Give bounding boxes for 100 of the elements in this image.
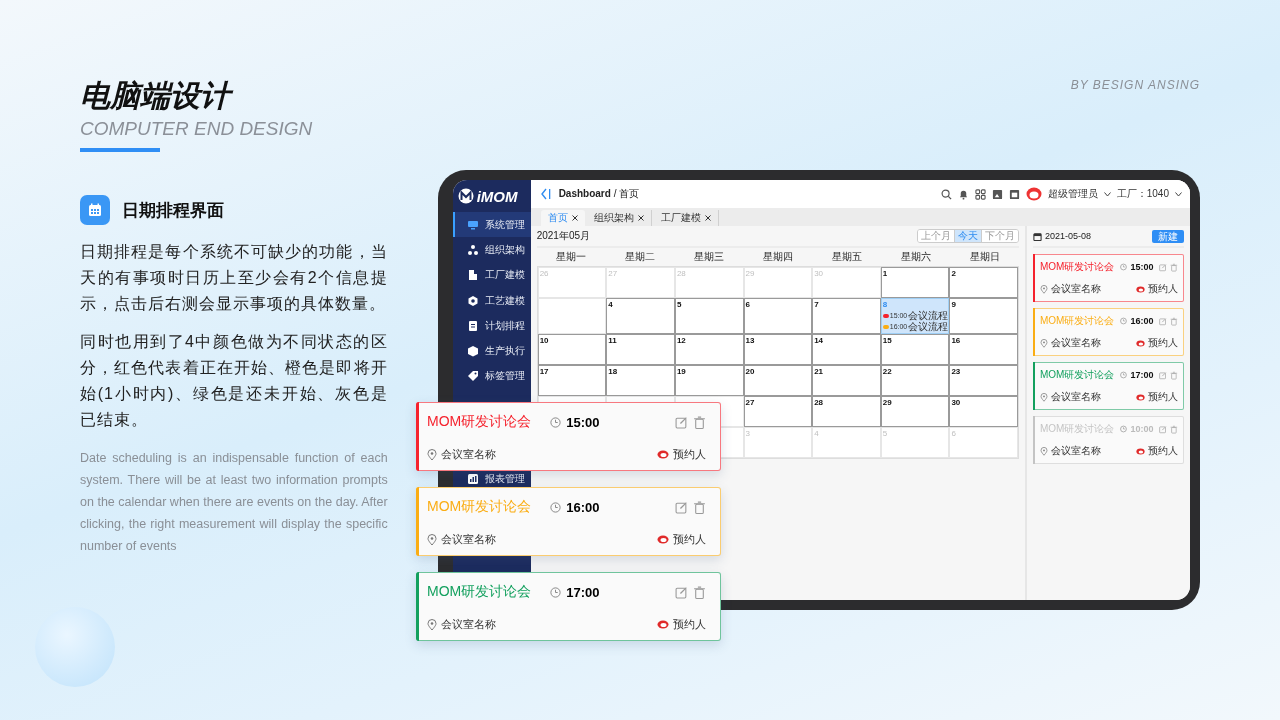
room-name: 会议室名称: [1051, 390, 1101, 404]
close-icon[interactable]: [571, 215, 578, 221]
event-tooltip[interactable]: MOM研发讨论会 17:00 会议室名称 预约人: [416, 572, 721, 641]
person-icon: [1136, 339, 1145, 347]
calendar-day[interactable]: 14: [812, 334, 881, 365]
location-pin-icon: [427, 618, 437, 631]
bell-icon[interactable]: [957, 188, 969, 200]
person-icon: [1136, 447, 1145, 455]
trash-icon[interactable]: [693, 585, 706, 599]
weekday-label: 星期二: [624, 250, 656, 264]
page-subtitle: COMPUTER END DESIGN: [80, 117, 313, 141]
trash-icon[interactable]: [693, 415, 706, 429]
sidebar-item[interactable]: 工艺建模: [452, 287, 531, 314]
calendar-day[interactable]: 28: [812, 396, 881, 427]
user-menu[interactable]: 超级管理员: [1047, 187, 1098, 201]
factory-menu[interactable]: 工厂：1040: [1116, 187, 1169, 201]
hierarchy-icon: [466, 243, 479, 256]
event-tooltip[interactable]: MOM研发讨论会 16:00 会议室名称 预约人: [416, 487, 721, 556]
sidebar-item[interactable]: 标签管理: [452, 363, 531, 390]
room-name: 会议室名称: [1051, 336, 1101, 350]
calendar-day[interactable]: 2: [949, 267, 1018, 298]
calendar-day[interactable]: 6: [743, 298, 813, 334]
edit-icon[interactable]: [675, 500, 688, 514]
event-card[interactable]: MOM研发讨论会 16:00 会议室名称 预约人: [1033, 308, 1184, 356]
calendar-day[interactable]: 17: [537, 365, 607, 396]
clock-icon: [550, 501, 562, 513]
calendar-day[interactable]: 23: [949, 365, 1018, 396]
collapse-icon[interactable]: [540, 188, 551, 200]
edit-icon[interactable]: [1159, 262, 1168, 272]
room-name: 会议室名称: [1051, 282, 1101, 296]
sidebar-item[interactable]: 报表管理: [452, 471, 531, 487]
window-icon[interactable]: [1008, 188, 1020, 200]
edit-icon[interactable]: [1159, 424, 1168, 434]
calendar-day[interactable]: 13: [743, 334, 813, 365]
description-paragraph: 日期排程是每个系统不可缺少的功能，当天的有事项时日历上至少会有2个信息提示，点击后右测会显示事项的具体数量。: [80, 242, 388, 314]
edit-icon[interactable]: [675, 415, 688, 429]
calendar-day[interactable]: [537, 298, 607, 334]
calendar-day[interactable]: 18: [606, 365, 675, 396]
event-card[interactable]: MOM研发讨论会 17:00 会议室名称 预约人: [1033, 362, 1184, 410]
calendar-day[interactable]: 29: [880, 396, 950, 427]
day-number: 15: [882, 336, 893, 346]
day-number: 9: [951, 300, 957, 310]
booker-name: 预约人: [1148, 282, 1178, 296]
edit-icon[interactable]: [675, 585, 688, 599]
day-number: 11: [608, 336, 618, 346]
caret-icon[interactable]: [1103, 191, 1111, 197]
trash-icon[interactable]: [1170, 262, 1178, 272]
day-number: 28: [814, 398, 825, 408]
grid-icon[interactable]: [974, 188, 986, 200]
calendar-day[interactable]: 4: [606, 298, 675, 334]
edit-icon[interactable]: [1159, 316, 1168, 326]
sidebar-item[interactable]: 计划排程: [452, 313, 531, 339]
location-pin-icon: [1040, 446, 1048, 456]
calendar-icon: [1033, 231, 1042, 241]
calendar-day[interactable]: 22: [880, 365, 950, 396]
caret-icon[interactable]: [1175, 191, 1182, 197]
byline: BY BESIGN ANSING: [1070, 78, 1200, 92]
calendar-day[interactable]: 20: [743, 365, 813, 396]
trash-icon[interactable]: [693, 500, 706, 514]
day-number: 6: [745, 300, 751, 310]
clock-icon: [1120, 263, 1128, 271]
calendar-day[interactable]: 16: [949, 334, 1018, 365]
sidebar-item[interactable]: 工厂建模: [452, 262, 531, 288]
calendar-day[interactable]: 11: [606, 334, 675, 365]
cube-icon: [466, 345, 479, 358]
calendar-day[interactable]: 7: [812, 298, 881, 334]
search-icon[interactable]: [940, 188, 952, 200]
clock-icon: [1120, 371, 1128, 379]
calendar-day[interactable]: 12: [674, 334, 744, 365]
close-icon[interactable]: [704, 215, 711, 221]
clock-icon: [550, 586, 562, 598]
edit-icon[interactable]: [1159, 370, 1168, 380]
sidebar-item[interactable]: 生产执行: [452, 338, 531, 364]
close-icon[interactable]: [637, 215, 644, 221]
trash-icon[interactable]: [1170, 370, 1178, 380]
event-card[interactable]: MOM研发讨论会 15:00 会议室名称 预约人: [1033, 254, 1184, 302]
calendar-day[interactable]: 15: [880, 334, 950, 365]
logo-text: iMOM: [476, 187, 518, 205]
calendar-day[interactable]: 5: [674, 298, 744, 334]
calendar-day[interactable]: 30: [949, 396, 1018, 427]
image-icon[interactable]: [991, 188, 1003, 200]
trash-icon[interactable]: [1170, 424, 1178, 434]
calendar-day[interactable]: 27: [743, 396, 813, 427]
sidebar-item[interactable]: 组织架构: [452, 237, 531, 263]
event-tooltip[interactable]: MOM研发讨论会 15:00 会议室名称 预约人: [416, 402, 721, 471]
sidebar-item[interactable]: 系统管理: [452, 212, 531, 238]
calendar-day[interactable]: 9: [949, 298, 1018, 334]
calendar-day[interactable]: 1: [880, 267, 950, 298]
trash-icon[interactable]: [1170, 316, 1178, 326]
calendar-day[interactable]: 21: [812, 365, 881, 396]
day-number: 4: [608, 300, 614, 310]
booker-name: 预约人: [673, 617, 706, 632]
page-tab[interactable]: 组织架构: [586, 210, 652, 226]
calendar-day[interactable]: 19: [674, 365, 744, 396]
event-title: MOM研发讨论会: [427, 413, 532, 431]
page-tab[interactable]: 工厂建模: [653, 210, 719, 226]
calendar-day[interactable]: 10: [537, 334, 607, 365]
room-name: 会议室名称: [441, 617, 496, 632]
clock-icon: [1120, 425, 1128, 433]
avatar-icon[interactable]: [1025, 187, 1042, 201]
